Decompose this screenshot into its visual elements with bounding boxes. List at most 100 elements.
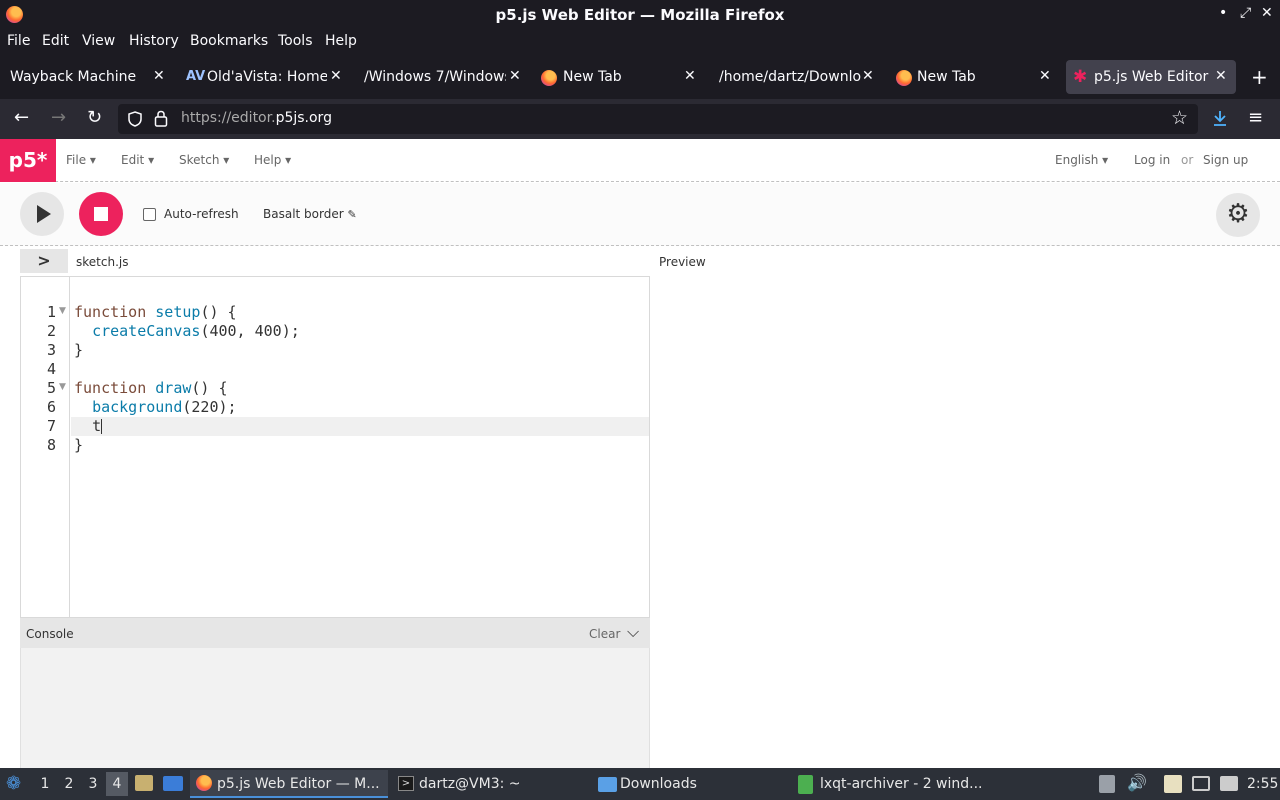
- menu-bookmarks[interactable]: Bookmarks: [190, 33, 268, 49]
- signup-link[interactable]: Sign up: [1203, 153, 1248, 167]
- close-tab-icon[interactable]: ✕: [684, 68, 696, 84]
- menu-edit[interactable]: Edit: [42, 33, 69, 49]
- fold-arrow-icon[interactable]: ▼: [59, 382, 66, 392]
- taskbar-window-archiver[interactable]: lxqt-archiver - 2 wind...: [796, 770, 994, 798]
- tab-p5js[interactable]: ✱ p5.js Web Editor ✕: [1066, 60, 1236, 94]
- tab-label: p5.js Web Editor: [1094, 69, 1209, 85]
- terminal-icon: >: [398, 776, 414, 791]
- menu-view[interactable]: View: [82, 33, 115, 49]
- window-title: p5.js Web Editor — Mozilla Firefox: [495, 6, 785, 24]
- reload-button[interactable]: ↻: [87, 107, 102, 128]
- p5-menu-sketch[interactable]: Sketch ▾: [179, 153, 229, 167]
- taskbar: ❁ 1 2 3 4 p5.js Web Editor — M... > dart…: [0, 768, 1280, 800]
- login-link[interactable]: Log in: [1134, 153, 1170, 167]
- taskbar-window-label: p5.js Web Editor — M...: [217, 776, 380, 792]
- line-number: 5: [46, 379, 56, 397]
- desktop-4[interactable]: 4: [106, 772, 128, 796]
- p5-menu-file[interactable]: File ▾: [66, 153, 96, 167]
- taskbar-window-downloads[interactable]: Downloads: [594, 770, 792, 798]
- p5-star-icon: ✱: [1073, 67, 1088, 87]
- url-bar[interactable]: https://editor.p5js.org ☆: [118, 104, 1198, 134]
- line-number: 3: [46, 341, 56, 359]
- show-desktop-icon[interactable]: [163, 776, 183, 791]
- taskbar-window-terminal[interactable]: > dartz@VM3: ~: [392, 770, 590, 798]
- file-name: sketch.js: [76, 255, 129, 269]
- p5-logo[interactable]: p5*: [0, 139, 56, 182]
- taskbar-window-firefox[interactable]: p5.js Web Editor — M...: [190, 770, 388, 798]
- p5-menu-help[interactable]: Help ▾: [254, 153, 291, 167]
- or-text: or: [1181, 153, 1194, 167]
- code-token: function: [74, 379, 156, 397]
- archive-icon[interactable]: [135, 775, 153, 791]
- new-tab-button[interactable]: +: [1251, 65, 1268, 89]
- close-window-button[interactable]: ✕: [1261, 5, 1273, 21]
- tab-downloads[interactable]: /home/dartz/Downloa ✕: [710, 60, 882, 94]
- code-line: }: [74, 341, 83, 359]
- code-token: (220);: [182, 398, 237, 416]
- clock: 2:55: [1247, 776, 1279, 792]
- sketch-toolbar: Auto-refresh Basalt border ✎ ⚙: [0, 183, 1280, 246]
- tab-label: New Tab: [563, 69, 622, 85]
- folder-icon: [598, 777, 617, 792]
- language-selector[interactable]: English ▾: [1055, 153, 1108, 167]
- code-line: t: [74, 417, 103, 435]
- close-tab-icon[interactable]: ✕: [1039, 68, 1051, 84]
- tab-strip: Wayback Machine ✕ AV Old'aVista: Home ✕ …: [0, 54, 1280, 99]
- console-output: [20, 648, 650, 768]
- menu-help[interactable]: Help: [325, 33, 357, 49]
- app-menu-icon[interactable]: ≡: [1248, 107, 1263, 128]
- desktop-1[interactable]: 1: [34, 772, 56, 796]
- menu-history[interactable]: History: [129, 33, 179, 49]
- display-icon[interactable]: [1192, 776, 1210, 791]
- notes-icon[interactable]: [1164, 775, 1182, 793]
- taskbar-window-label: lxqt-archiver - 2 wind...: [820, 776, 983, 792]
- desktop-2[interactable]: 2: [58, 772, 80, 796]
- forward-button[interactable]: →: [51, 107, 66, 128]
- title-bar: p5.js Web Editor — Mozilla Firefox • ⤢ ✕: [0, 0, 1280, 30]
- console-label: Console: [26, 627, 74, 641]
- console-clear-button[interactable]: Clear: [589, 627, 620, 641]
- settings-gear-icon[interactable]: ⚙: [1216, 193, 1260, 237]
- close-tab-icon[interactable]: ✕: [1215, 68, 1227, 84]
- minimize-button[interactable]: •: [1219, 5, 1227, 21]
- start-menu-icon[interactable]: ❁: [6, 773, 21, 794]
- tab-newtab-1[interactable]: New Tab ✕: [532, 60, 704, 94]
- auto-refresh-checkbox[interactable]: [143, 208, 156, 221]
- chevron-down-icon[interactable]: ⌵: [627, 622, 639, 642]
- code-token: t: [92, 417, 102, 435]
- close-tab-icon[interactable]: ✕: [509, 68, 521, 84]
- clipboard-icon[interactable]: [1099, 775, 1115, 793]
- line-number: 1: [46, 303, 56, 321]
- sketch-name[interactable]: Basalt border ✎: [263, 207, 357, 221]
- menu-tools[interactable]: Tools: [278, 33, 313, 49]
- downloads-icon[interactable]: [1211, 109, 1229, 127]
- code-token: () {: [200, 303, 237, 321]
- url-text: https://editor.p5js.org: [181, 110, 332, 126]
- desktop-3[interactable]: 3: [82, 772, 104, 796]
- close-tab-icon[interactable]: ✕: [153, 68, 165, 84]
- menu-file[interactable]: File: [7, 33, 30, 49]
- maximize-button[interactable]: ⤢: [1240, 5, 1251, 21]
- active-line-highlight: [71, 417, 649, 436]
- play-button[interactable]: [20, 192, 64, 236]
- expand-sidebar-button[interactable]: >: [20, 249, 68, 273]
- tab-label: Wayback Machine: [10, 69, 137, 85]
- tab-newtab-2[interactable]: New Tab ✕: [887, 60, 1059, 94]
- back-button[interactable]: ←: [14, 107, 29, 128]
- volume-icon[interactable]: 🔊: [1127, 773, 1147, 792]
- network-icon[interactable]: [1220, 776, 1238, 791]
- tab-oldavista[interactable]: AV Old'aVista: Home ✕: [178, 60, 350, 94]
- line-gutter: 1 ▼ 2 3 4 5 ▼ 6 7 8: [21, 277, 70, 617]
- bookmark-star-icon[interactable]: ☆: [1171, 107, 1188, 129]
- code-editor[interactable]: 1 ▼ 2 3 4 5 ▼ 6 7 8 function setup() { createCanv…: [20, 276, 650, 618]
- menu-bar: File Edit View History Bookmarks Tools H…: [0, 30, 1280, 54]
- fold-arrow-icon[interactable]: ▼: [59, 306, 66, 316]
- preview-label: Preview: [659, 255, 706, 269]
- tab-windows7[interactable]: /Windows 7/Windows ✕: [355, 60, 527, 94]
- close-tab-icon[interactable]: ✕: [330, 68, 342, 84]
- tab-label: /home/dartz/Downloa: [719, 69, 861, 85]
- p5-menu-edit[interactable]: Edit ▾: [121, 153, 154, 167]
- stop-button[interactable]: [79, 192, 123, 236]
- close-tab-icon[interactable]: ✕: [862, 68, 874, 84]
- tab-wayback[interactable]: Wayback Machine ✕: [0, 60, 175, 94]
